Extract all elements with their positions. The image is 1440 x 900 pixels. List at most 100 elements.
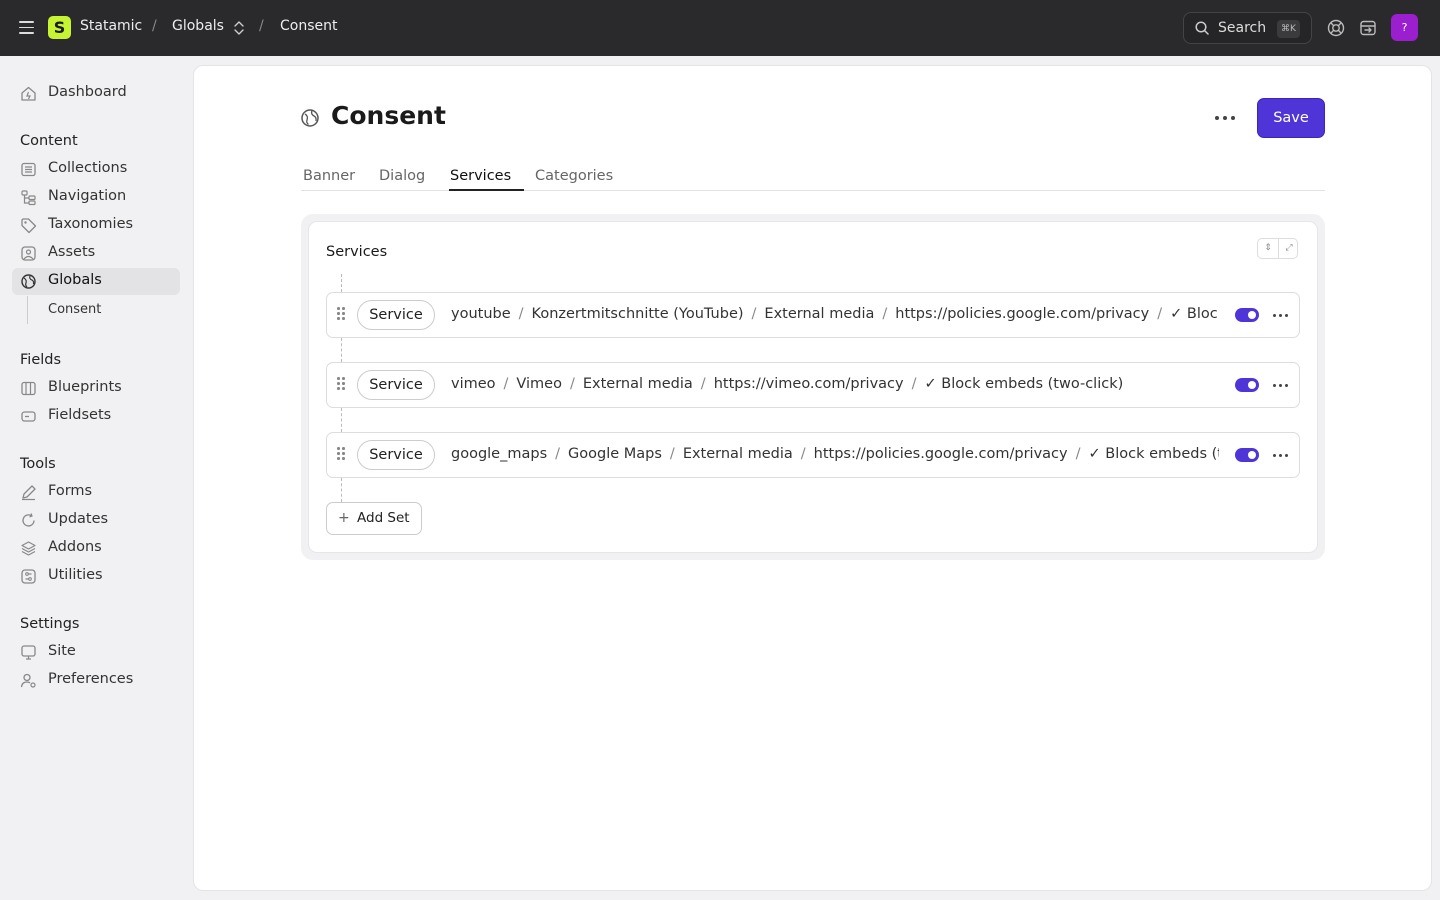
service-set-row[interactable]: Service vimeo / Vimeo / External media / https… xyxy=(326,362,1300,408)
set-type-pill[interactable]: Service xyxy=(357,440,435,470)
search-icon xyxy=(1195,21,1209,35)
tab-services[interactable]: Services xyxy=(450,168,511,184)
sidebar-item-label: Navigation xyxy=(48,188,127,204)
top-bar: S Statamic / Globals / Consent Search ⌘K… xyxy=(0,0,1440,56)
drag-handle-icon[interactable] xyxy=(337,307,345,323)
set-enabled-toggle[interactable] xyxy=(1235,308,1259,322)
connector-line xyxy=(341,408,342,432)
main-panel: Consent Save Banner Dialog Services Cate… xyxy=(193,65,1432,891)
sidebar-item-dashboard[interactable]: Dashboard xyxy=(12,80,180,107)
tab-categories[interactable]: Categories xyxy=(535,168,613,184)
add-set-label: Add Set xyxy=(357,510,410,526)
sidebar-item-preferences[interactable]: Preferences xyxy=(12,667,180,694)
service-embed-option: ✓ Block embeds (two-click) xyxy=(1088,446,1219,462)
sidebar-item-label: Blueprints xyxy=(48,379,122,395)
card-toolbar: ⇕ ⤢ xyxy=(1257,238,1298,259)
set-type-pill[interactable]: Service xyxy=(357,370,435,400)
globe-icon xyxy=(21,274,36,289)
sidebar-subitem-consent[interactable]: Consent xyxy=(48,302,101,317)
service-handle: google_maps xyxy=(451,446,548,462)
sidebar-item-collections[interactable]: Collections xyxy=(12,156,180,183)
utilities-icon xyxy=(21,569,36,584)
chevron-up-down-icon[interactable] xyxy=(233,19,245,37)
view-site-icon[interactable] xyxy=(1359,19,1377,37)
blueprints-icon xyxy=(21,381,36,396)
set-preview[interactable]: youtube / Konzertmitschnitte (YouTube) / Ext… xyxy=(451,306,1219,326)
sidebar-item-navigation[interactable]: Navigation xyxy=(12,184,180,211)
connector-line xyxy=(341,478,342,502)
sidebar-section-fields: Fields xyxy=(20,352,62,368)
sidebar-item-fieldsets[interactable]: Fieldsets xyxy=(12,403,180,430)
sidebar-item-label: Dashboard xyxy=(48,84,127,100)
active-tab-indicator xyxy=(449,189,524,191)
set-actions-button[interactable] xyxy=(1271,445,1289,465)
sidebar-section-content: Content xyxy=(20,133,78,149)
sidebar-item-assets[interactable]: Assets xyxy=(12,240,180,267)
sidebar-item-label: Forms xyxy=(48,483,93,499)
search-button[interactable]: Search ⌘K xyxy=(1183,12,1312,44)
help-lifebuoy-icon[interactable] xyxy=(1327,19,1345,37)
service-url: https://policies.google.com/privacy xyxy=(895,306,1150,322)
search-shortcut: ⌘K xyxy=(1277,20,1300,38)
set-enabled-toggle[interactable] xyxy=(1235,448,1259,462)
expand-fullscreen-icon[interactable]: ⤢ xyxy=(1279,239,1299,258)
breadcrumb-separator: / xyxy=(152,18,157,34)
sidebar-item-updates[interactable]: Updates xyxy=(12,507,180,534)
service-category: External media xyxy=(582,376,693,392)
sidebar-item-utilities[interactable]: Utilities xyxy=(12,563,180,590)
service-url: https://vimeo.com/privacy xyxy=(713,376,904,392)
sidebar-item-addons[interactable]: Addons xyxy=(12,535,180,562)
collections-icon xyxy=(21,162,36,177)
brand-name[interactable]: Statamic xyxy=(80,18,142,34)
drag-handle-icon[interactable] xyxy=(337,447,345,463)
user-avatar[interactable]: ? xyxy=(1391,14,1418,41)
services-field-wrapper: Services ⇕ ⤢ Service youtube / Konzertmits… xyxy=(301,214,1325,560)
sidebar-item-site[interactable]: Site xyxy=(12,639,180,666)
service-name: Google Maps xyxy=(568,446,662,462)
sidebar-item-label: Addons xyxy=(48,539,102,555)
tab-banner[interactable]: Banner xyxy=(303,168,355,184)
site-settings-icon xyxy=(21,645,36,660)
service-name: Vimeo xyxy=(516,376,562,392)
sidebar-item-label: Site xyxy=(48,643,76,659)
breadcrumb-consent[interactable]: Consent xyxy=(280,18,337,34)
dashboard-icon xyxy=(21,86,36,101)
tab-dialog[interactable]: Dialog xyxy=(379,168,425,184)
service-handle: youtube xyxy=(451,306,511,322)
tab-bar: Banner Dialog Services Categories xyxy=(301,166,1325,191)
drag-handle-icon[interactable] xyxy=(337,377,345,393)
sidebar-item-label: Fieldsets xyxy=(48,407,112,423)
add-set-button[interactable]: + Add Set xyxy=(326,502,422,535)
sidebar-section-tools: Tools xyxy=(20,456,56,472)
menu-icon[interactable] xyxy=(19,21,34,34)
set-enabled-toggle[interactable] xyxy=(1235,378,1259,392)
services-card: Services ⇕ ⤢ Service youtube / Konzertmits… xyxy=(308,221,1318,553)
service-category: External media xyxy=(682,446,793,462)
page-title: Consent xyxy=(331,101,446,130)
fieldsets-icon xyxy=(21,411,36,422)
set-type-pill[interactable]: Service xyxy=(357,300,435,330)
more-actions-button[interactable] xyxy=(1210,106,1240,130)
service-set-row[interactable]: Service youtube / Konzertmitschnitte (YouT… xyxy=(326,292,1300,338)
sidebar-item-blueprints[interactable]: Blueprints xyxy=(12,375,180,402)
sidebar-item-globals[interactable]: Globals xyxy=(12,268,180,295)
sidebar-item-label: Globals xyxy=(48,272,102,288)
set-actions-button[interactable] xyxy=(1271,375,1289,395)
set-preview[interactable]: vimeo / Vimeo / External media / https://vimeo… xyxy=(451,376,1219,396)
preferences-user-icon xyxy=(20,673,36,688)
set-actions-button[interactable] xyxy=(1271,305,1289,325)
save-button[interactable]: Save xyxy=(1257,98,1325,138)
statamic-logo[interactable]: S xyxy=(48,16,71,39)
breadcrumb-globals[interactable]: Globals xyxy=(172,18,224,34)
sidebar-item-forms[interactable]: Forms xyxy=(12,479,180,506)
assets-image-icon xyxy=(21,246,36,261)
service-set-row[interactable]: Service google_maps / Google Maps / External… xyxy=(326,432,1300,478)
collapse-icon[interactable]: ⇕ xyxy=(1258,239,1278,258)
updates-icon xyxy=(22,513,35,527)
services-title: Services xyxy=(326,244,388,260)
forms-icon xyxy=(22,485,36,501)
set-preview[interactable]: google_maps / Google Maps / External media / h… xyxy=(451,446,1219,466)
sidebar-item-taxonomies[interactable]: Taxonomies xyxy=(12,212,180,239)
breadcrumb-separator: / xyxy=(259,18,264,34)
sidebar-section-settings: Settings xyxy=(20,616,80,632)
